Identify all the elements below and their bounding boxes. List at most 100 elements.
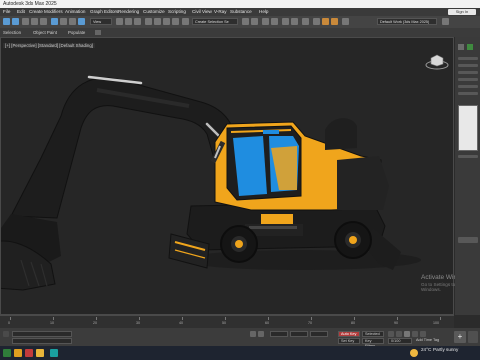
viewcube-icon[interactable] xyxy=(425,54,449,70)
isolate-selection-icon[interactable] xyxy=(250,331,256,337)
go-to-start-icon[interactable] xyxy=(388,331,394,337)
redo-icon[interactable] xyxy=(12,18,19,25)
excavator-model[interactable] xyxy=(1,38,454,315)
command-panel-row[interactable] xyxy=(458,64,478,67)
command-panel-row[interactable] xyxy=(458,78,478,81)
menu-edit[interactable]: Edit xyxy=(17,8,25,16)
select-object-icon[interactable] xyxy=(51,18,58,25)
menu-create[interactable]: Create xyxy=(29,8,43,16)
snap-icon[interactable] xyxy=(145,18,152,25)
tab-selection[interactable]: Selection xyxy=(3,28,21,37)
render-setup-icon[interactable] xyxy=(313,18,320,25)
angle-snap-icon[interactable] xyxy=(154,18,161,25)
command-panel-button[interactable] xyxy=(458,237,478,243)
link-icon[interactable] xyxy=(22,18,29,25)
workspace-dropdown[interactable]: Default Work (3ds Max 2025) xyxy=(377,18,437,25)
menu-help[interactable]: Help xyxy=(259,8,268,16)
menu-scripting[interactable]: Scripting xyxy=(168,8,186,16)
perspective-viewport[interactable]: [+] [Perspective] [Standard] [Default Sh… xyxy=(0,37,454,315)
command-panel xyxy=(455,37,480,315)
taskbar-app-icon[interactable] xyxy=(25,349,33,357)
menu-bar: File Edit Create Modifiers Animation Gra… xyxy=(0,8,480,16)
ribbon-toggle-icon[interactable] xyxy=(95,30,101,35)
menu-rendering[interactable]: Rendering xyxy=(118,8,139,16)
menu-civil-view[interactable]: Civil View xyxy=(192,8,212,16)
add-time-tag[interactable]: Add Time Tag xyxy=(414,338,444,344)
timeline-tick-label: 40 xyxy=(179,321,183,325)
key-mode-dropdown[interactable]: Selected xyxy=(362,331,384,337)
rotate-icon[interactable] xyxy=(125,18,132,25)
weather-icon[interactable] xyxy=(410,349,418,357)
bind-space-warp-icon[interactable] xyxy=(40,18,47,25)
modify-tab-icon[interactable] xyxy=(467,44,473,50)
go-to-end-icon[interactable] xyxy=(420,331,426,337)
key-filters-button[interactable]: Key Filters... xyxy=(362,338,384,348)
command-panel-row[interactable] xyxy=(458,71,478,74)
mirror-icon[interactable] xyxy=(242,18,249,25)
set-key-button[interactable]: Set Key xyxy=(338,338,360,344)
command-panel-row[interactable] xyxy=(458,92,478,95)
select-by-name-icon[interactable] xyxy=(60,18,67,25)
menu-animation[interactable]: Animation xyxy=(65,8,85,16)
window-crossing-icon[interactable] xyxy=(78,18,85,25)
schematic-view-icon[interactable] xyxy=(291,18,298,25)
current-frame-field[interactable]: 0/100 xyxy=(388,338,412,344)
viewport-navigation-icon[interactable] xyxy=(468,331,478,343)
next-frame-icon[interactable] xyxy=(412,331,418,337)
taskbar-app-icon[interactable] xyxy=(3,349,11,357)
command-panel-row[interactable] xyxy=(458,155,478,158)
menu-vray[interactable]: V-Ray xyxy=(214,8,227,16)
menu-modifiers[interactable]: Modifiers xyxy=(44,8,63,16)
taskbar-app-icon[interactable] xyxy=(36,349,44,357)
layer-explorer-icon[interactable] xyxy=(262,18,269,25)
weather-temperature[interactable]: 24°C xyxy=(421,347,431,352)
modifier-stack-list[interactable] xyxy=(458,105,478,151)
undo-icon[interactable] xyxy=(3,18,10,25)
maxscript-mini-listener[interactable] xyxy=(12,331,72,337)
menu-customize[interactable]: Customize xyxy=(143,8,165,16)
unlink-icon[interactable] xyxy=(31,18,38,25)
y-coordinate-field[interactable] xyxy=(290,331,308,337)
curve-editor-icon[interactable] xyxy=(282,18,289,25)
sign-in-button[interactable]: Sign In xyxy=(448,9,476,15)
auto-key-button[interactable]: Auto Key xyxy=(338,331,360,337)
menu-file[interactable]: File xyxy=(3,8,10,16)
edit-named-selection-icon[interactable] xyxy=(182,18,189,25)
move-icon[interactable] xyxy=(116,18,123,25)
timeline-tick-label: 100 xyxy=(433,321,439,325)
workspace-options-icon[interactable] xyxy=(442,18,449,25)
vray-toolbar-icon[interactable] xyxy=(342,18,349,25)
timeline-tick-label: 80 xyxy=(351,321,355,325)
material-editor-icon[interactable] xyxy=(302,18,309,25)
maxscript-listener-icon[interactable] xyxy=(3,331,9,337)
play-icon[interactable] xyxy=(404,331,410,337)
z-coordinate-field[interactable] xyxy=(310,331,328,337)
command-panel-row[interactable] xyxy=(458,85,478,88)
command-panel-row[interactable] xyxy=(458,57,478,60)
align-icon[interactable] xyxy=(251,18,258,25)
zoom-extents-icon[interactable]: + xyxy=(454,331,466,343)
x-coordinate-field[interactable] xyxy=(270,331,288,337)
reference-coordinate-dropdown[interactable]: View xyxy=(90,18,112,25)
named-selection-dropdown[interactable]: Create Selection Se xyxy=(192,18,238,25)
menu-graph-editors[interactable]: Graph Editors xyxy=(90,8,118,16)
menu-substance[interactable]: Substance xyxy=(230,8,252,16)
file-explorer-icon[interactable] xyxy=(14,349,22,357)
create-tab-icon[interactable] xyxy=(458,44,464,50)
spinner-snap-icon[interactable] xyxy=(172,18,179,25)
tab-populate[interactable]: Populate xyxy=(68,28,85,37)
timeline-tick-label: 0 xyxy=(8,321,10,325)
timeline[interactable]: 0 10 20 30 40 50 60 70 80 90 100 xyxy=(0,315,454,329)
selection-region-icon[interactable] xyxy=(69,18,76,25)
scene-explorer-icon[interactable] xyxy=(271,18,278,25)
prompt-line xyxy=(12,338,72,344)
render-icon[interactable] xyxy=(331,18,338,25)
percent-snap-icon[interactable] xyxy=(163,18,170,25)
3ds-max-taskbar-icon[interactable] xyxy=(50,349,58,357)
tab-object-paint[interactable]: Object Paint xyxy=(33,28,57,37)
previous-frame-icon[interactable] xyxy=(396,331,402,337)
weather-description[interactable]: Partly sunny xyxy=(433,347,458,352)
selection-lock-icon[interactable] xyxy=(258,331,264,337)
scale-icon[interactable] xyxy=(134,18,141,25)
render-frame-icon[interactable] xyxy=(322,18,329,25)
